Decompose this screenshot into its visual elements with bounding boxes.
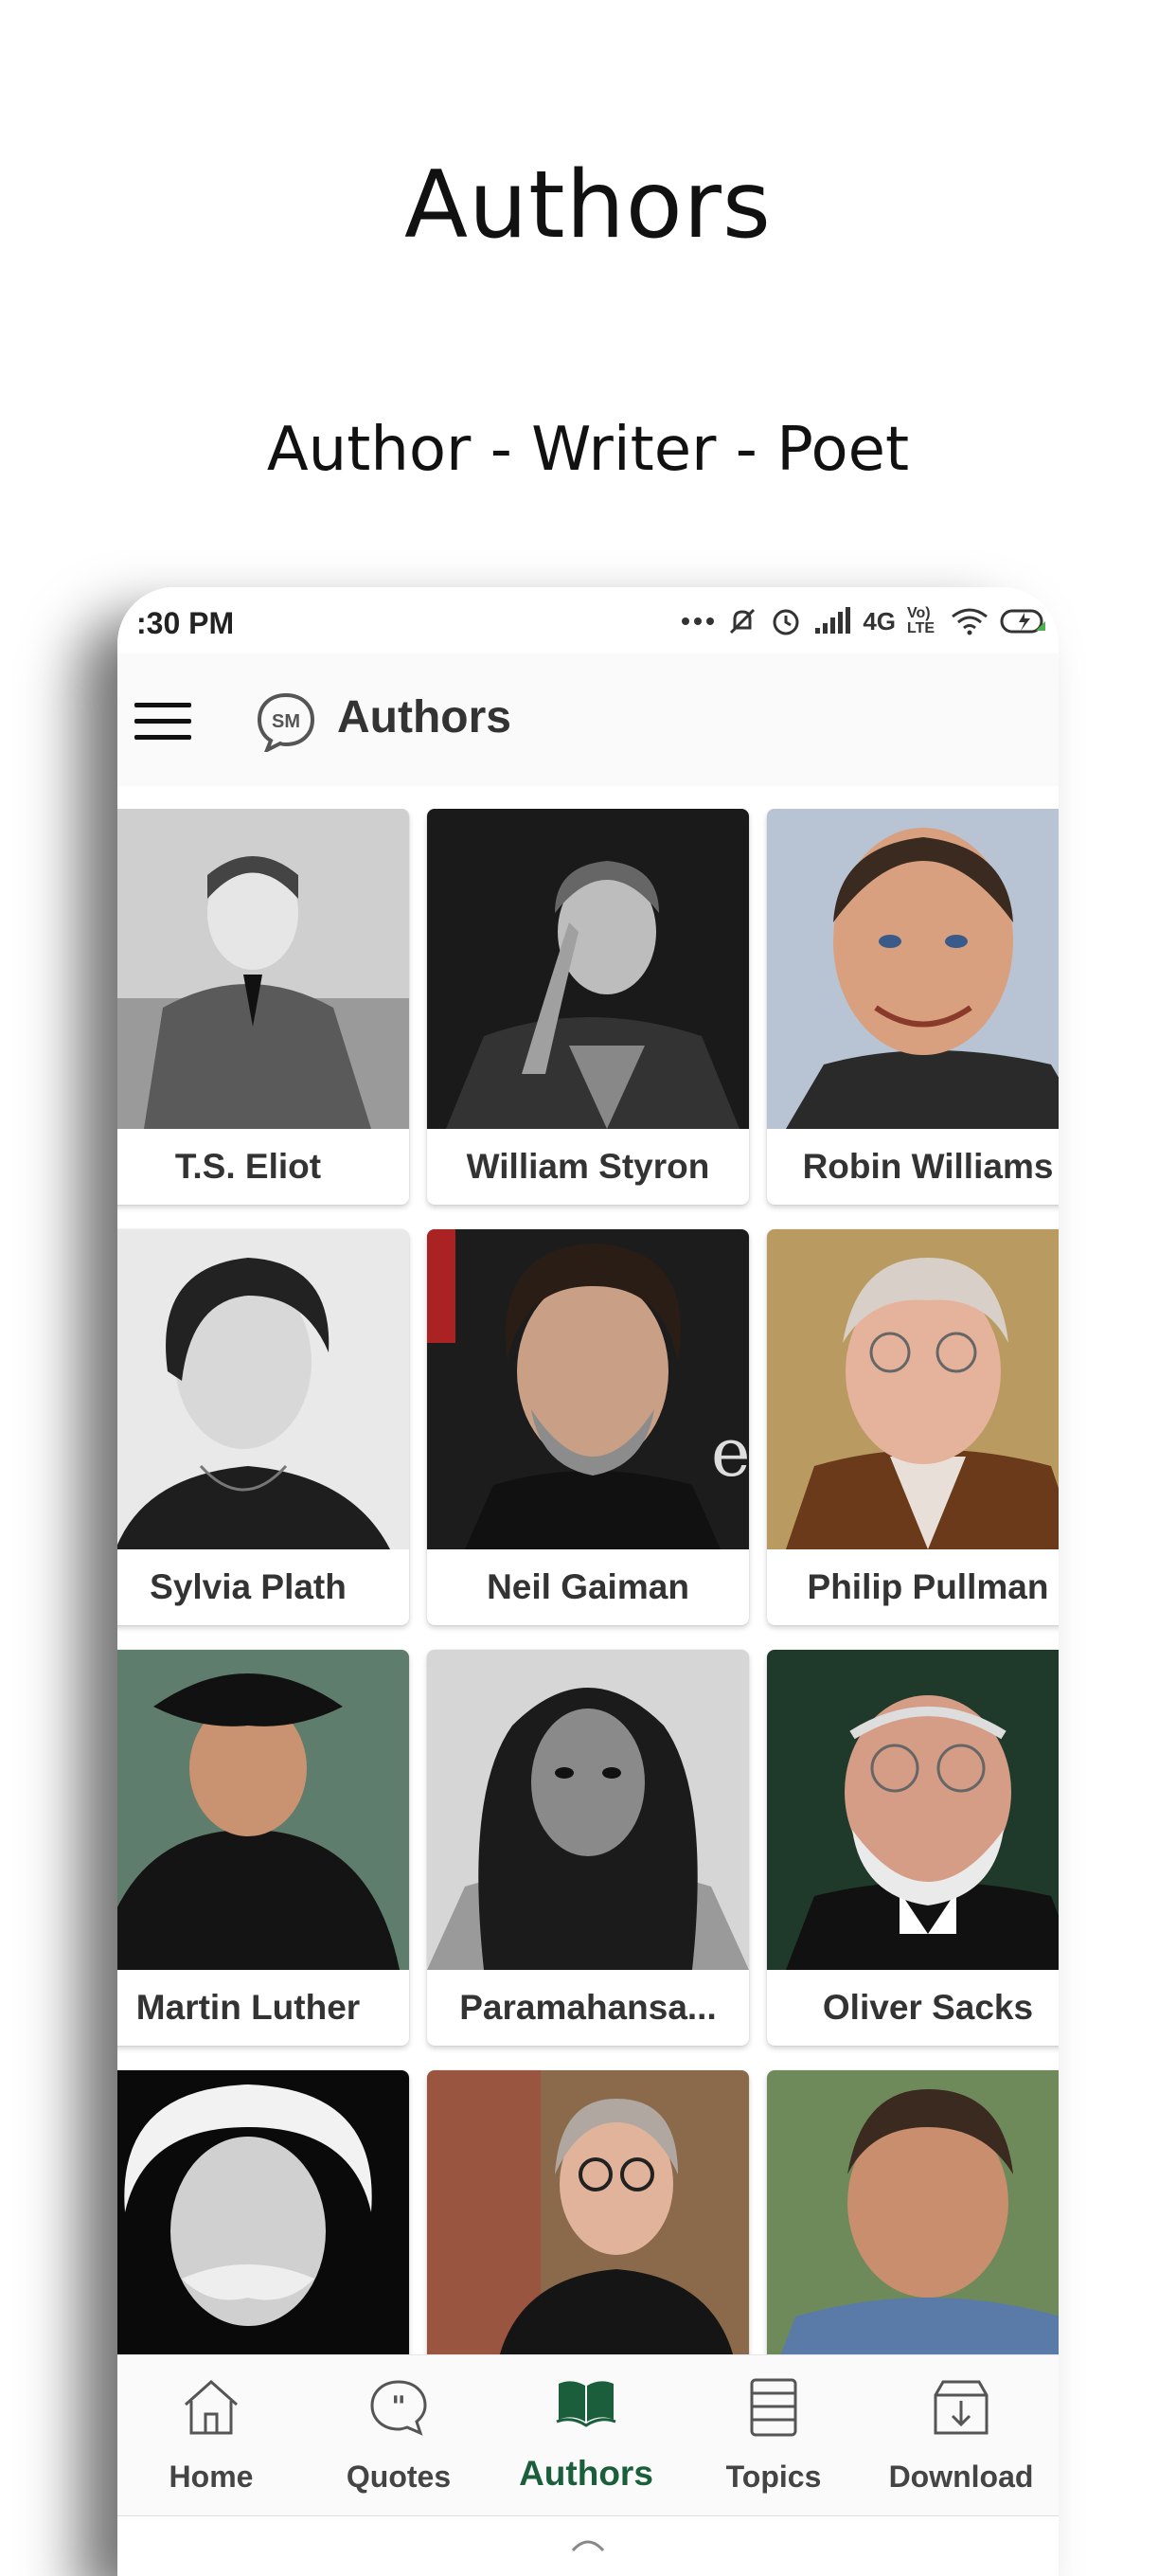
- author-name: Oliver Sacks: [822, 1988, 1034, 2027]
- nav-topics[interactable]: Topics: [680, 2355, 867, 2516]
- bottom-nav: Home " Quotes Authors Topics Download: [117, 2354, 1059, 2516]
- download-icon: [934, 2380, 989, 2435]
- author-photo: [427, 2070, 749, 2390]
- author-photo: [117, 809, 409, 1129]
- quote-icon: ": [370, 2380, 427, 2436]
- author-photo: e: [427, 1229, 749, 1549]
- more-dots-icon: [682, 617, 715, 625]
- author-name: Philip Pullman: [807, 1567, 1049, 1606]
- author-card[interactable]: Oliver Sacks: [767, 1650, 1059, 2046]
- network-type: 4G: [863, 606, 896, 635]
- author-photo: [767, 1229, 1059, 1549]
- author-name: Sylvia Plath: [150, 1567, 347, 1606]
- nav-authors-label: Authors: [519, 2454, 653, 2493]
- author-card[interactable]: Sylvia Plath: [117, 1229, 409, 1625]
- promo-title: Authors: [404, 152, 772, 259]
- status-icons: 4G Vo) LTE: [681, 602, 1049, 640]
- signal-icon: [815, 607, 851, 634]
- author-card[interactable]: Paramahansa...: [427, 1650, 749, 2046]
- author-photo: [767, 1650, 1059, 1970]
- author-name: Martin Luther: [135, 1988, 361, 2027]
- author-name: Neil Gaiman: [487, 1567, 689, 1606]
- author-card[interactable]: Philip Pullman: [767, 1229, 1059, 1625]
- author-card[interactable]: William Styron: [427, 809, 749, 1205]
- author-photo: [117, 2070, 409, 2390]
- nav-authors[interactable]: Authors: [492, 2355, 680, 2516]
- wifi-icon: [952, 608, 988, 635]
- app-title: Authors: [337, 692, 511, 742]
- nav-quotes-label: Quotes: [346, 2460, 452, 2494]
- system-gesture-bar: [117, 2515, 1059, 2576]
- hamburger-menu-icon[interactable]: [134, 703, 191, 744]
- author-card[interactable]: Martin Luther: [117, 1650, 409, 2046]
- svg-text:e: e: [711, 1414, 749, 1492]
- home-icon: [185, 2379, 238, 2435]
- book-icon: [556, 2381, 616, 2427]
- author-card[interactable]: T.S. Eliot: [117, 809, 409, 1205]
- nav-download[interactable]: Download: [867, 2355, 1055, 2516]
- authors-grid: T.S. Eliot William Styron Robin Williams…: [117, 809, 1059, 2576]
- nav-download-label: Download: [888, 2460, 1034, 2494]
- author-card[interactable]: e Neil Gaiman: [427, 1229, 749, 1625]
- promo-subtitle: Author - Writer - Poet: [266, 415, 910, 485]
- volte-indicator: Vo) LTE: [907, 605, 935, 636]
- author-photo: [117, 1229, 409, 1549]
- nav-topics-label: Topics: [725, 2460, 822, 2494]
- alarm-icon: [773, 609, 799, 635]
- author-photo: [767, 809, 1059, 1129]
- list-icon: [750, 2378, 797, 2437]
- author-card[interactable]: Robin Williams: [767, 809, 1059, 1205]
- author-name: T.S. Eliot: [174, 1147, 322, 1186]
- home-indicator-icon[interactable]: [569, 2533, 607, 2552]
- status-time: :30 PM: [136, 606, 235, 640]
- author-name: Paramahansa...: [459, 1988, 717, 2027]
- nav-quotes[interactable]: " Quotes: [305, 2355, 492, 2516]
- phone-frame: :30 PM 4G Vo) LTE SM Authors T.S. Eliot …: [117, 587, 1059, 2576]
- author-photo: [427, 1650, 749, 1970]
- app-bar: SM Authors: [117, 653, 1059, 786]
- author-name: William Styron: [466, 1147, 710, 1186]
- status-bar: :30 PM 4G Vo) LTE: [117, 587, 1059, 653]
- nav-home[interactable]: Home: [117, 2355, 305, 2516]
- app-logo-icon: SM: [257, 692, 315, 752]
- author-photo: [767, 2070, 1059, 2390]
- nav-home-label: Home: [169, 2460, 254, 2494]
- svg-text:": ": [391, 2390, 406, 2424]
- author-photo: [117, 1650, 409, 1970]
- author-name: Robin Williams: [802, 1147, 1054, 1186]
- mute-bell-icon: [730, 608, 756, 635]
- app-logo-text: SM: [272, 711, 300, 732]
- author-photo: [427, 809, 749, 1129]
- battery-charging-icon: [1000, 609, 1045, 634]
